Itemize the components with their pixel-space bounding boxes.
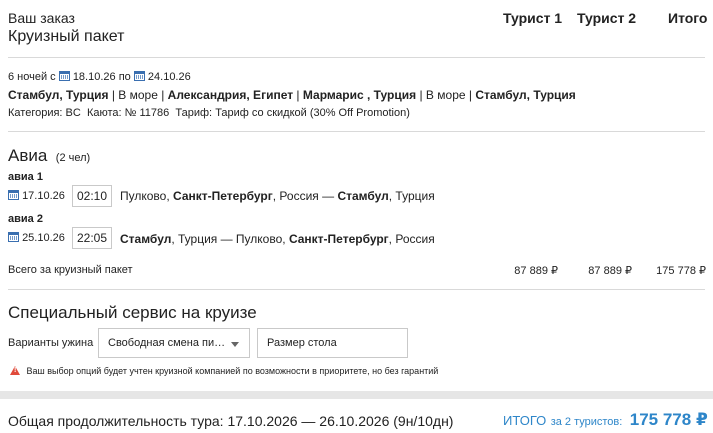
tour-duration: Общая продолжительность тура: 17.10.2026… xyxy=(8,413,454,429)
country: , Россия xyxy=(388,232,435,246)
cabin-info: Категория: BC Каюта: № 11786 Тариф: Тари… xyxy=(8,107,410,119)
options-warning: Ваш выбор опций будет учтен круизной ком… xyxy=(10,366,438,376)
grand-total-label: ИТОГО xyxy=(503,413,547,428)
air-section-header: Авиа (2 чел) xyxy=(8,146,90,166)
calendar-icon xyxy=(8,190,19,200)
package-title: Круизный пакет xyxy=(8,28,125,45)
country: , Турция xyxy=(388,189,435,203)
column-tourist-2: Турист 2 xyxy=(577,10,637,26)
grand-total: ИТОГО за 2 туристов: 175 778 ₽ xyxy=(503,410,708,430)
divider xyxy=(8,289,705,290)
column-total: Итого xyxy=(668,10,708,26)
date-by: по xyxy=(118,71,131,83)
category-label: Категория: xyxy=(8,107,63,119)
dinner-option-select[interactable]: Свободная смена пит... xyxy=(98,328,250,358)
calendar-icon xyxy=(58,71,70,81)
port: Александрия, Египет xyxy=(167,88,294,102)
flight-time: 22:05 xyxy=(72,227,112,249)
tariff-value: Тариф со скидкой (30% Off Promotion) xyxy=(215,107,410,119)
route-sep: | В море | xyxy=(108,88,168,102)
flight-route: Стамбул, Турция — Пулково, Санкт-Петербу… xyxy=(120,232,435,246)
city: Санкт-Петербург xyxy=(288,232,389,246)
city: Стамбул xyxy=(120,232,172,246)
special-service-title: Специальный сервис на круизе xyxy=(8,303,257,322)
tourist-1-price: 87 889 ₽ xyxy=(514,265,558,277)
tariff-label: Тариф: xyxy=(175,107,213,119)
flight-date: 17.10.26 xyxy=(8,190,65,202)
package-total-label: Всего за круизный пакет xyxy=(8,264,133,276)
warning-icon xyxy=(10,366,20,375)
flight-route: Пулково, Санкт-Петербург, Россия — Стамб… xyxy=(120,189,435,203)
city: Санкт-Петербург xyxy=(173,189,273,203)
calendar-icon xyxy=(133,71,145,81)
total-price: 175 778 ₽ xyxy=(656,265,706,277)
route-sep: | xyxy=(293,88,303,102)
table-size-select[interactable]: Размер стола xyxy=(257,328,408,358)
date-to: 24.10.26 xyxy=(147,71,191,83)
date-from: 18.10.26 xyxy=(72,71,116,83)
air-title: Авиа xyxy=(8,146,48,165)
dinner-options-label: Варианты ужина xyxy=(8,337,94,349)
country: , Россия — xyxy=(272,189,338,203)
chevron-down-icon xyxy=(231,342,239,347)
air-pax: (2 чел) xyxy=(55,152,91,164)
flight-date-value: 17.10.26 xyxy=(22,190,65,202)
order-label: Ваш заказ xyxy=(8,10,75,26)
port: Мармарис , Турция xyxy=(302,88,417,102)
flight-time: 02:10 xyxy=(72,185,112,207)
flight-label: авиа 1 xyxy=(8,171,43,183)
route-sep: | В море | xyxy=(416,88,476,102)
flight-date: 25.10.26 xyxy=(8,232,65,244)
cabin-value: № 11786 xyxy=(124,107,170,119)
airport: Пулково, xyxy=(120,189,174,203)
cabin-label: Каюта: xyxy=(86,107,122,119)
cruise-dates: 6 ночей с 18.10.26 по 24.10.26 xyxy=(8,71,191,83)
calendar-icon xyxy=(8,232,19,242)
city: Стамбул xyxy=(337,189,389,203)
divider xyxy=(8,131,705,132)
divider xyxy=(8,57,705,58)
column-tourist-1: Турист 1 xyxy=(503,10,563,26)
tourist-2-price: 87 889 ₽ xyxy=(588,265,632,277)
grand-total-value: 175 778 ₽ xyxy=(629,410,708,429)
nights-prefix: 6 ночей с xyxy=(8,71,56,83)
table-size-value: Размер стола xyxy=(267,337,337,349)
cruise-route: Стамбул, Турция | В море | Александрия, … xyxy=(8,88,576,102)
grand-total-for: за 2 туристов: xyxy=(550,416,623,428)
flight-date-value: 25.10.26 xyxy=(22,232,65,244)
warning-text: Ваш выбор опций будет учтен круизной ком… xyxy=(26,366,439,376)
port: Стамбул, Турция xyxy=(475,88,576,102)
dinner-option-value: Свободная смена пит... xyxy=(108,337,226,349)
flight-label: авиа 2 xyxy=(8,213,43,225)
footer-band xyxy=(0,391,713,399)
port: Стамбул, Турция xyxy=(8,88,109,102)
country: , Турция — Пулково, xyxy=(171,232,289,246)
category-value: BC xyxy=(65,107,81,119)
